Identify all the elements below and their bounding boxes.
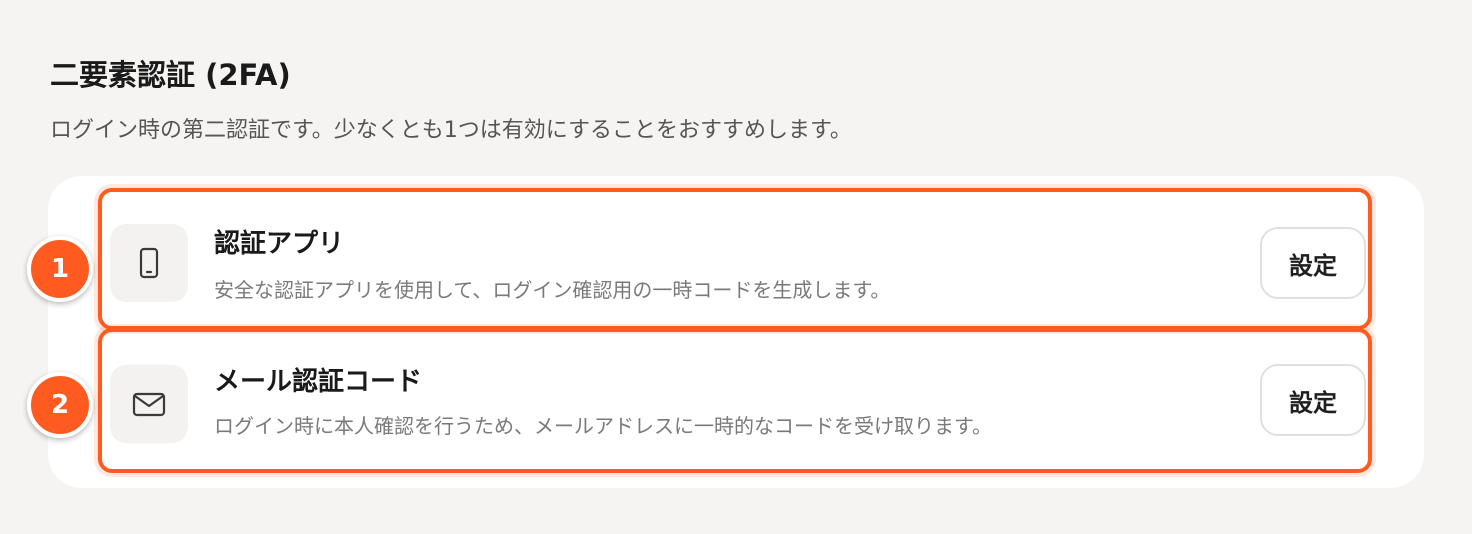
mail-icon-tile xyxy=(110,365,188,443)
step-badge-1: 1 xyxy=(27,236,93,302)
smartphone-icon xyxy=(139,247,159,279)
option-title: 認証アプリ xyxy=(214,229,345,259)
authenticator-app-setup-button[interactable]: 設定 xyxy=(1260,227,1366,299)
option-description: ログイン時に本人確認を行うため、メールアドレスに一時的なコードを受け取ります。 xyxy=(214,414,992,438)
section-description: ログイン時の第二認証です。少なくとも1つは有効にすることをおすすめします。 xyxy=(50,118,852,143)
smartphone-icon-tile xyxy=(110,224,188,302)
option-email-code: メール認証コード ログイン時に本人確認を行うため、メールアドレスに一時的なコード… xyxy=(98,328,1372,473)
option-title: メール認証コード xyxy=(214,367,423,397)
option-authenticator-app: 認証アプリ 安全な認証アプリを使用して、ログイン確認用の一時コードを生成します。… xyxy=(98,188,1372,330)
email-code-setup-button[interactable]: 設定 xyxy=(1260,364,1366,436)
mail-icon xyxy=(132,392,166,417)
section-title: 二要素認証 (2FA) xyxy=(50,58,291,92)
step-badge-2: 2 xyxy=(27,372,93,438)
option-description: 安全な認証アプリを使用して、ログイン確認用の一時コードを生成します。 xyxy=(214,278,891,302)
